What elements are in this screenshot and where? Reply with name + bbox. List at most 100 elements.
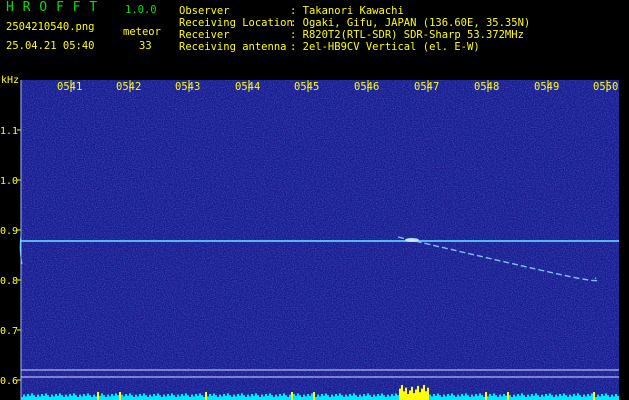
- level-bar: [67, 396, 69, 400]
- level-bar: [157, 393, 159, 400]
- level-bar: [381, 393, 383, 400]
- level-bar: [183, 395, 185, 400]
- level-bar: [101, 393, 103, 400]
- level-bar: [421, 388, 423, 400]
- level-bar: [397, 395, 399, 400]
- level-bar: [195, 394, 197, 400]
- level-bar: [335, 394, 337, 400]
- level-bar: [425, 391, 427, 400]
- level-bar: [411, 386, 413, 400]
- level-bar: [125, 394, 127, 400]
- level-bar: [617, 395, 619, 400]
- level-bar: [527, 394, 529, 400]
- meteor-echo-head: [405, 238, 419, 242]
- level-bar: [437, 393, 439, 400]
- x-tick-label: 0545: [294, 81, 319, 93]
- y-tick-label: 0.6: [0, 376, 18, 387]
- level-bar: [45, 393, 47, 400]
- level-bar: [95, 396, 97, 400]
- level-bar: [583, 394, 585, 400]
- level-bar: [569, 394, 571, 400]
- level-bar: [439, 395, 441, 400]
- level-bar: [57, 395, 59, 400]
- level-bar: [499, 394, 501, 400]
- level-bar: [365, 395, 367, 400]
- file-name: 2504210540.png: [6, 21, 95, 33]
- level-bar: [419, 392, 421, 400]
- level-bar: [487, 396, 489, 400]
- level-bar: [285, 395, 287, 400]
- level-bar: [495, 395, 497, 400]
- y-tick-label: 0.9: [0, 226, 18, 237]
- level-bar: [229, 395, 231, 400]
- level-bar: [563, 393, 565, 400]
- app-title: H R O F F T: [6, 0, 98, 15]
- level-bar: [99, 395, 101, 400]
- level-bar: [227, 393, 229, 400]
- x-tick-label: 0543: [175, 81, 200, 93]
- x-tick-label: 0547: [414, 81, 439, 93]
- level-bar: [531, 394, 533, 400]
- level-bar: [493, 393, 495, 400]
- level-bar: [611, 394, 613, 400]
- level-bar: [605, 393, 607, 400]
- level-bar: [435, 395, 437, 400]
- level-bar: [173, 395, 175, 400]
- level-bar: [123, 396, 125, 400]
- level-bar: [341, 395, 343, 400]
- level-bar: [313, 392, 315, 400]
- level-bar: [47, 395, 49, 400]
- level-bar: [149, 394, 151, 400]
- level-bar: [281, 395, 283, 400]
- level-bar: [43, 395, 45, 400]
- level-bar: [481, 395, 483, 400]
- level-bar: [615, 394, 617, 400]
- level-bar: [81, 396, 83, 400]
- level-bar: [561, 395, 563, 400]
- x-tick-label: 0544: [235, 81, 260, 93]
- level-bar: [543, 396, 545, 400]
- level-bar: [27, 394, 29, 400]
- level-bar: [225, 395, 227, 400]
- level-bar: [139, 394, 141, 400]
- level-bar: [375, 396, 377, 400]
- location-key: Receiving Location: [179, 17, 293, 29]
- level-bar: [401, 385, 403, 400]
- level-bar: [179, 396, 181, 400]
- level-bar: [267, 395, 269, 400]
- level-bar: [337, 395, 339, 400]
- level-bar: [145, 395, 147, 400]
- level-bar: [559, 394, 561, 400]
- level-bar: [271, 395, 273, 400]
- level-bar: [75, 395, 77, 400]
- level-bar: [159, 395, 161, 400]
- level-bar: [515, 396, 517, 400]
- level-bar: [471, 394, 473, 400]
- level-bar: [379, 395, 381, 400]
- level-bar: [221, 396, 223, 400]
- level-bar: [409, 390, 411, 400]
- level-bar: [405, 387, 407, 400]
- level-bar: [177, 394, 179, 400]
- level-bar: [265, 394, 267, 400]
- level-bar: [275, 394, 277, 400]
- level-bar: [317, 394, 319, 400]
- level-bar: [351, 395, 353, 400]
- level-bar: [477, 395, 479, 400]
- level-bar: [71, 395, 73, 400]
- level-bar: [309, 395, 311, 400]
- level-bar: [359, 394, 361, 400]
- level-bar: [417, 385, 419, 400]
- level-bar: [431, 396, 433, 400]
- y-tick-label: 1.1: [0, 126, 18, 137]
- level-bar: [109, 396, 111, 400]
- level-bar: [253, 395, 255, 400]
- level-bar: [593, 392, 595, 400]
- level-bar: [89, 395, 91, 400]
- level-bar: [87, 393, 89, 400]
- level-bar: [383, 395, 385, 400]
- level-bar: [395, 393, 397, 400]
- level-bar: [163, 394, 165, 400]
- level-bar: [403, 391, 405, 400]
- level-bar: [319, 396, 321, 400]
